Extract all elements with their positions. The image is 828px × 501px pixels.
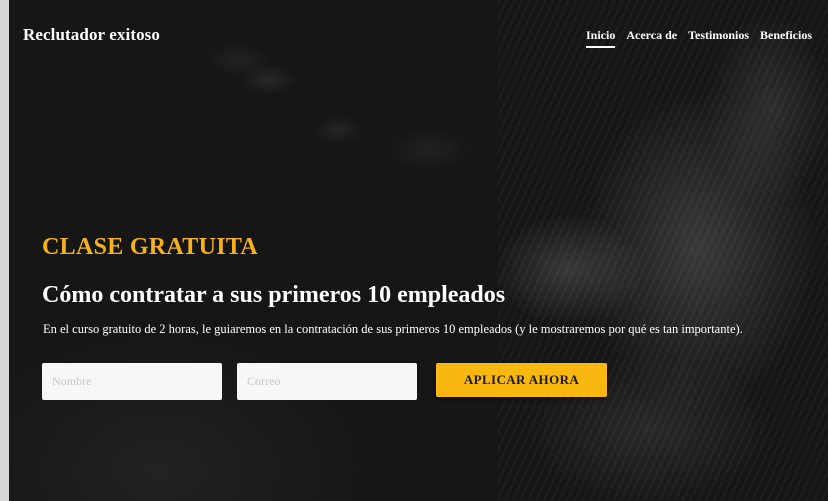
nav-item-inicio[interactable]: Inicio — [585, 28, 616, 48]
apply-now-button[interactable]: APLICAR AHORA — [436, 363, 607, 397]
hero-eyebrow: CLASE GRATUITA — [42, 234, 259, 260]
hero-section: Reclutador exitoso Inicio Acerca de Test… — [9, 0, 828, 501]
nav-item-acerca-de[interactable]: Acerca de — [626, 28, 677, 48]
nav-item-testimonios[interactable]: Testimonios — [688, 28, 749, 48]
hero-description: En el curso gratuito de 2 horas, le guia… — [43, 322, 743, 336]
name-input[interactable] — [42, 363, 222, 400]
window-left-edge — [0, 0, 9, 501]
email-input[interactable] — [237, 363, 417, 400]
nav-item-beneficios[interactable]: Beneficios — [760, 28, 812, 48]
hero-background-image — [498, 0, 828, 501]
main-nav: Inicio Acerca de Testimonios Beneficios — [585, 28, 812, 48]
hero-headline: Cómo contratar a sus primeros 10 emplead… — [42, 282, 506, 308]
site-logo[interactable]: Reclutador exitoso — [23, 25, 160, 45]
